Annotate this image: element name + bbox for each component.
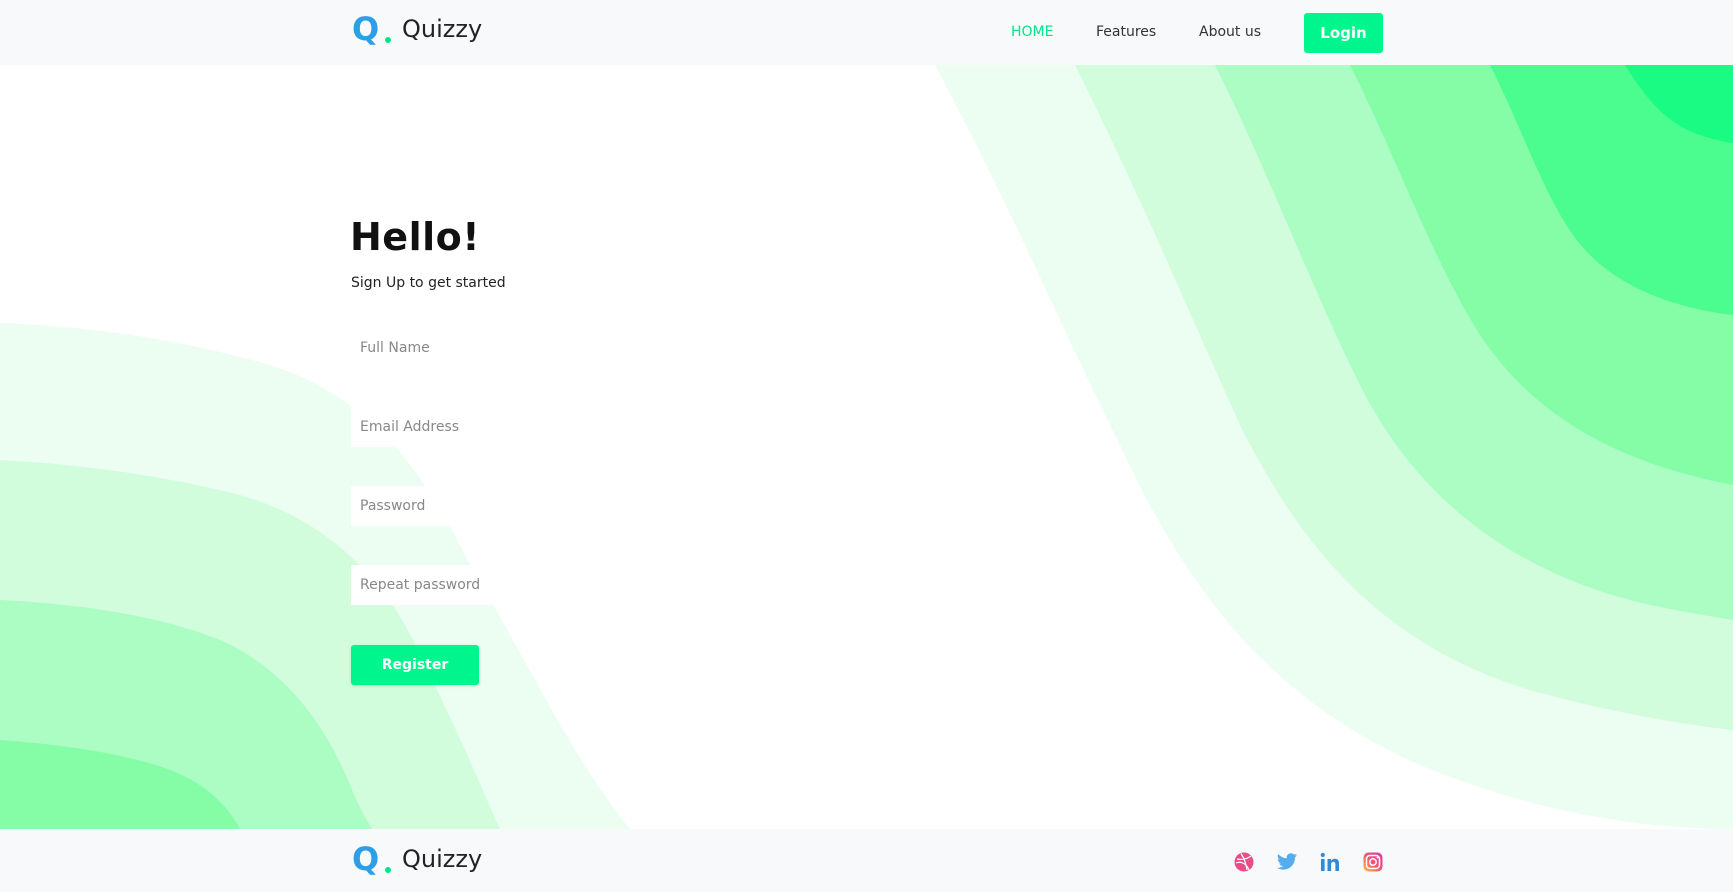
brand-name: Quizzy	[402, 15, 483, 43]
twitter-icon[interactable]	[1276, 851, 1298, 873]
password-input[interactable]	[351, 486, 541, 526]
dribbble-icon[interactable]	[1233, 851, 1255, 873]
top-navbar: Q Quizzy HOME Features About us Login	[0, 0, 1733, 65]
email-input[interactable]	[351, 407, 541, 447]
footer-logo-q-letter: Q	[352, 840, 380, 878]
footer-brand-name: Quizzy	[402, 845, 483, 873]
footer-logo-mark: Q	[352, 842, 392, 876]
form-heading: Hello!	[350, 215, 481, 259]
brand-logo[interactable]: Q Quizzy	[352, 12, 482, 46]
nav-features-link[interactable]: Features	[1096, 24, 1156, 40]
background-waves	[0, 65, 1733, 829]
logo-mark: Q	[352, 12, 392, 46]
register-button[interactable]: Register	[351, 645, 479, 685]
form-subtitle: Sign Up to get started	[351, 275, 506, 291]
nav-home-link[interactable]: HOME	[1011, 24, 1053, 40]
footer: Q Quizzy	[0, 829, 1733, 892]
full-name-input[interactable]	[351, 328, 541, 368]
instagram-icon[interactable]	[1362, 851, 1384, 873]
login-button[interactable]: Login	[1304, 13, 1383, 53]
nav-about-link[interactable]: About us	[1199, 24, 1261, 40]
logo-dot	[385, 37, 391, 43]
linkedin-icon[interactable]	[1319, 851, 1341, 873]
repeat-password-input[interactable]	[351, 565, 541, 605]
footer-logo-dot	[385, 867, 391, 873]
logo-q-letter: Q	[352, 10, 380, 48]
footer-brand-logo[interactable]: Q Quizzy	[352, 842, 482, 876]
